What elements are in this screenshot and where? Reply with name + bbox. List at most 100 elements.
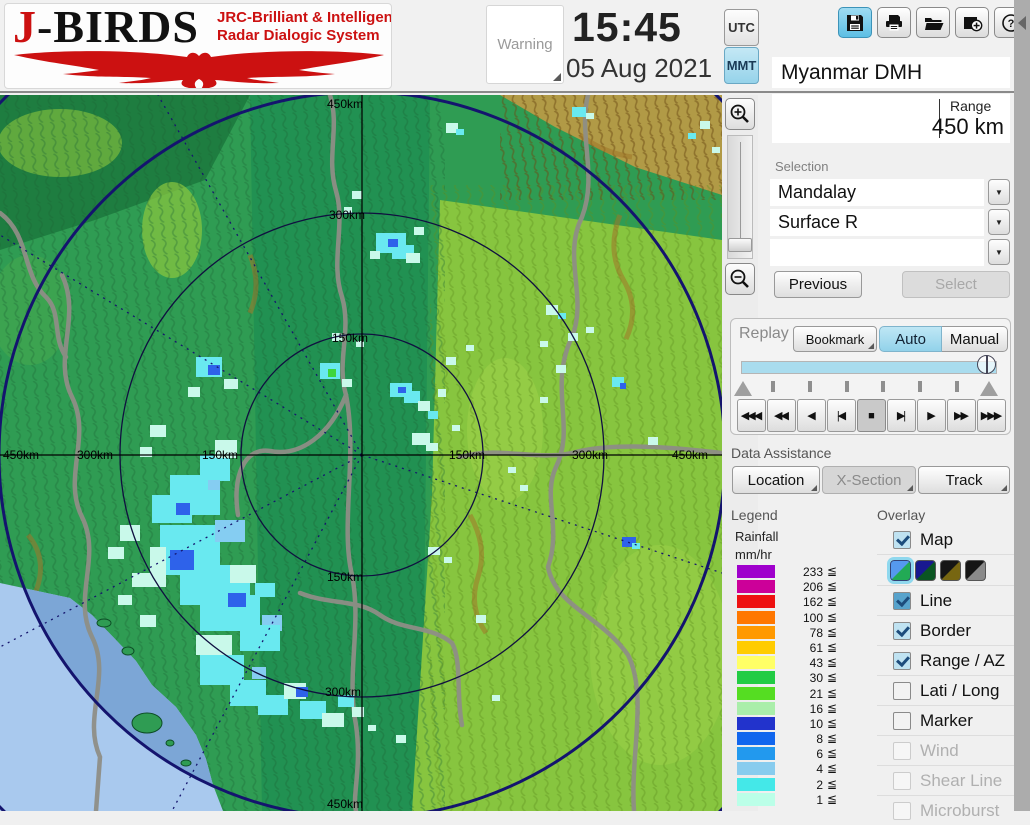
replay-tick [808, 381, 812, 392]
dropdown-arrow-icon[interactable]: ▼ [988, 209, 1010, 235]
play-button[interactable]: ▶ [917, 399, 946, 432]
map-checkbox[interactable] [893, 531, 911, 549]
dropdown-value-2[interactable]: Surface R [770, 209, 984, 236]
overlay-item-label: Range / AZ [920, 650, 1006, 670]
ring-label: 150km [332, 331, 368, 345]
replay-tick [771, 381, 775, 392]
map-style-black-gray[interactable] [965, 559, 986, 581]
legend-color-swatch [737, 762, 775, 776]
legend-value: 6 [816, 747, 823, 762]
ring-label: 300km [77, 448, 113, 462]
overlay-row-wind: Wind [877, 735, 1014, 765]
less-equal-symbol: ≦ [827, 639, 838, 654]
replay-tick [881, 381, 885, 392]
overlay-item-label: Border [920, 620, 972, 640]
legend-value: 16 [809, 701, 823, 716]
overlay-row-marker: Marker [877, 705, 1014, 735]
x-section-button[interactable]: X-Section [822, 466, 916, 494]
play-reverse-button[interactable]: ◀ [797, 399, 826, 432]
ring-label: 450km [672, 448, 708, 462]
corner-fold-icon [1001, 485, 1007, 491]
overlay-section-label: Overlay [877, 507, 926, 523]
less-equal-symbol: ≦ [827, 670, 838, 685]
ring-label: 150km [202, 448, 238, 462]
logo-tagline-2: Radar Dialogic System [217, 27, 380, 44]
overlay-row-border: Border [877, 615, 1014, 645]
lati-long-checkbox[interactable] [893, 681, 911, 700]
range-az-checkbox[interactable] [893, 651, 911, 670]
legend-entry: 10 ≦ [735, 716, 863, 731]
rewind-button[interactable]: ◀◀ [767, 399, 796, 432]
legend-color-swatch [737, 656, 775, 670]
dropdown-arrow-icon[interactable]: ▼ [988, 179, 1010, 205]
legend-entry: 8 ≦ [735, 731, 863, 746]
legend-entry: 4 ≦ [735, 761, 863, 776]
selection-dropdown-2: Surface R ▼ [770, 209, 1010, 236]
range-start-marker[interactable] [734, 381, 752, 396]
less-equal-symbol: ≦ [827, 731, 838, 746]
replay-slider-track[interactable] [741, 361, 997, 374]
bookmark-button[interactable]: Bookmark [793, 326, 877, 352]
legend-color-swatch [737, 747, 775, 761]
corner-fold-icon [553, 73, 561, 81]
radar-map[interactable]: 450km 300km 150km 150km 300km 450km 450k… [0, 0, 869, 825]
legend-value: 4 [816, 762, 823, 777]
stop-button[interactable]: ■ [857, 399, 886, 432]
warning-button[interactable]: Warning [486, 5, 564, 84]
manual-button[interactable]: Manual [942, 326, 1008, 352]
playback-controls: ◀◀◀ ◀◀ ◀ |◀ ■ ▶| ▶ ▶▶ ▶▶▶ [737, 399, 1006, 432]
legend-entry: 100 ≦ [735, 610, 863, 625]
less-equal-symbol: ≦ [827, 609, 838, 624]
collapse-arrow-icon [1018, 16, 1026, 30]
auto-button[interactable]: Auto [879, 326, 942, 352]
map-style-navy-darkgreen[interactable] [915, 559, 936, 581]
line-checkbox[interactable] [893, 591, 911, 610]
less-equal-symbol: ≦ [827, 715, 838, 730]
legend-color-swatch [737, 716, 775, 730]
less-equal-symbol: ≦ [827, 700, 838, 715]
replay-tick [955, 381, 959, 392]
warning-label: Warning [497, 36, 553, 53]
overlay-item-label: Wind [920, 740, 959, 760]
legend-value: 233 [802, 565, 823, 579]
rewind-fast-button[interactable]: ◀◀◀ [737, 399, 766, 432]
border-checkbox[interactable] [893, 621, 911, 640]
less-equal-symbol: ≦ [827, 624, 838, 639]
select-button[interactable]: Select [902, 271, 1010, 298]
map-style-black-olive[interactable] [940, 559, 961, 581]
dropdown-value-1[interactable]: Mandalay [770, 179, 984, 206]
step-forward-button[interactable]: ▶| [887, 399, 916, 432]
step-back-button[interactable]: |◀ [827, 399, 856, 432]
location-button[interactable]: Location [732, 466, 820, 494]
overlay-row-line: Line [877, 585, 1014, 615]
replay-slider-handle[interactable] [977, 355, 998, 379]
marker-checkbox[interactable] [893, 711, 911, 730]
dropdown-arrow-icon[interactable]: ▼ [988, 239, 1010, 265]
data-assistance-label: Data Assistance [731, 445, 832, 461]
legend-color-swatch [737, 610, 775, 624]
track-button[interactable]: Track [918, 466, 1010, 494]
track-label: Track [945, 471, 983, 489]
forward-button[interactable]: ▶▶ [947, 399, 976, 432]
ring-label: 150km [449, 448, 485, 462]
previous-button[interactable]: Previous [774, 271, 862, 298]
legend-color-swatch [737, 777, 775, 791]
overlay-row-map: Map [877, 526, 1014, 554]
corner-fold-icon [907, 485, 913, 491]
legend-entry: 206 ≦ [735, 579, 863, 594]
less-equal-symbol: ≦ [827, 791, 838, 806]
range-box: Range 450 km [772, 94, 1010, 143]
legend-entry: 21 ≦ [735, 686, 863, 701]
jbirds-logo: J-BIRDS JRC-Brilliant & Intelligent Rada… [4, 3, 392, 89]
panel-collapse-strip[interactable] [1014, 0, 1030, 811]
forward-fast-button[interactable]: ▶▶▶ [977, 399, 1006, 432]
ring-label: 300km [329, 208, 365, 222]
ring-label: 300km [572, 448, 608, 462]
overlay-item-label: Line [920, 590, 953, 610]
dropdown-value-3[interactable] [770, 239, 984, 266]
control-panel: Myanmar DMH Range 450 km Selection Manda… [722, 0, 1014, 820]
range-end-marker[interactable] [980, 381, 998, 396]
legend-color-swatch [737, 580, 775, 594]
less-equal-symbol: ≦ [827, 746, 838, 761]
map-style-blue-green[interactable] [887, 556, 914, 584]
